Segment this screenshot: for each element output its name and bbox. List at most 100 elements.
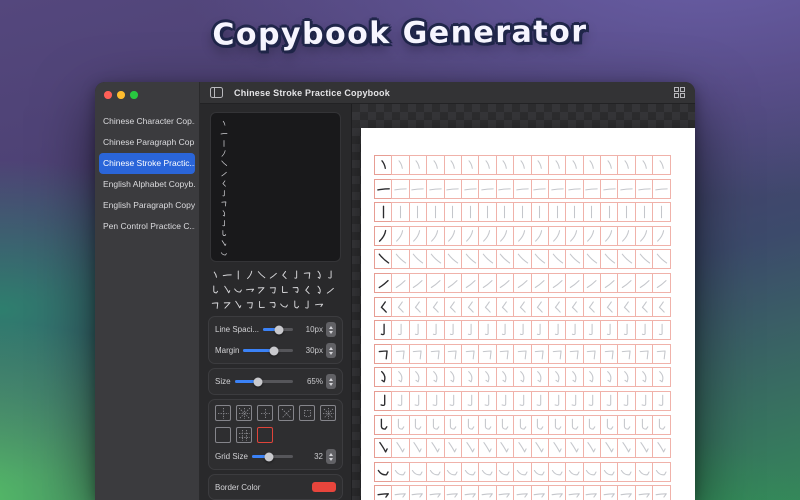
zoom-button[interactable]: [130, 91, 138, 99]
sidebar-item-0[interactable]: Chinese Character Cop...: [99, 111, 195, 132]
practice-cell: [600, 414, 619, 435]
size-control: Size 65%: [215, 371, 336, 392]
practice-cell: [565, 155, 584, 175]
practice-cell: [460, 438, 480, 459]
grid-size-stepper[interactable]: [326, 449, 336, 464]
practice-cell: [652, 485, 671, 500]
grid-style-blank-grid[interactable]: [257, 427, 273, 443]
stroke-glyph-shu: [556, 205, 558, 219]
stroke-glyph-heng: [655, 187, 668, 191]
example-cell: [374, 178, 393, 199]
stroke-glyph-dian: [659, 160, 664, 169]
stroke-glyph-piedian: [606, 300, 613, 313]
practice-cell: [634, 225, 654, 246]
size-stepper[interactable]: [326, 374, 336, 389]
practice-cell: [426, 461, 445, 482]
practice-row-shu: [374, 202, 671, 223]
practice-cell: [547, 249, 567, 270]
example-cell: [374, 155, 393, 175]
stroke-glyph-wangou: [415, 371, 420, 383]
practice-cell: [478, 249, 497, 270]
stroke-glyph-heng: [429, 187, 442, 191]
grid-style-rice-grid[interactable]: [320, 405, 336, 421]
sidebar-item-1[interactable]: Chinese Paragraph Cop...: [99, 132, 195, 153]
grid-style-tian-grid[interactable]: [215, 405, 231, 421]
practice-cell: [513, 249, 532, 270]
practice-cell: [460, 485, 480, 500]
stroke-glyph-wangou: [380, 371, 386, 383]
stroke-glyph-ti: [378, 279, 389, 289]
minimize-button[interactable]: [117, 91, 125, 99]
margin-stepper[interactable]: [326, 343, 336, 358]
stroke-glyph-henggou: [551, 493, 563, 498]
grid-style-x-grid[interactable]: [278, 405, 294, 421]
stroke-glyph-ti: [430, 280, 441, 288]
sidebar-item-4[interactable]: English Paragraph Copy...: [99, 195, 195, 216]
practice-cell: [617, 202, 636, 223]
sidebar-item-2[interactable]: Chinese Stroke Practic...: [99, 152, 195, 174]
sidebar-item-3[interactable]: English Alphabet Copyb...: [99, 174, 195, 195]
line-spacing-slider[interactable]: [263, 325, 293, 334]
practice-cell: [547, 414, 567, 435]
practice-row-henggou: [374, 485, 671, 500]
stroke-glyph-pie: [483, 229, 491, 242]
size-label: Size: [215, 377, 231, 386]
grid-style-frame-grid[interactable]: [299, 405, 315, 421]
practice-cell: [530, 414, 549, 435]
stroke-glyph-shu: [626, 205, 628, 219]
practice-cell: [478, 178, 497, 199]
grid-size-slider[interactable]: [251, 452, 293, 461]
stroke-glyph-wangou: [398, 371, 403, 383]
grid-style-fine-grid[interactable]: [236, 427, 252, 443]
practice-cell: [495, 202, 515, 223]
practice-row-jgou: [374, 390, 671, 411]
practice-cell: [530, 249, 549, 270]
stroke-glyph-henggou: [638, 493, 650, 498]
stroke-glyph-xiegou: [639, 442, 649, 453]
practice-cell: [443, 461, 462, 482]
stroke-glyph-xiegou: [657, 442, 666, 453]
stroke-glyph-na: [448, 254, 459, 264]
sidebar-item-5[interactable]: Pen Control Practice C...: [99, 216, 195, 237]
preview-row-1: [210, 282, 341, 297]
stroke-glyph-na: [639, 254, 650, 264]
line-spacing-stepper[interactable]: [326, 322, 336, 337]
border-color-swatch[interactable]: [312, 482, 336, 492]
cross-grid-icon: [260, 408, 270, 418]
stroke-glyph-ti: [221, 171, 227, 177]
stroke-glyph-dian: [589, 160, 595, 169]
practice-cell: [565, 485, 584, 500]
stroke-glyph-dian: [572, 160, 577, 169]
margin-control: Margin 30px: [215, 340, 336, 361]
stroke-glyph-dian: [607, 160, 612, 169]
size-slider[interactable]: [234, 377, 293, 386]
grid-view-icon[interactable]: [671, 86, 687, 100]
practice-cell: [443, 414, 462, 435]
stroke-glyph-na: [257, 270, 266, 278]
practice-cell: [617, 367, 636, 388]
stroke-glyph-xiegou: [552, 442, 562, 453]
stroke-glyph-piedian: [397, 300, 404, 313]
stroke-glyph-ti: [413, 280, 423, 288]
stroke-glyph-dian: [222, 120, 226, 126]
stroke-glyph-shugou: [293, 270, 297, 279]
practice-cell: [408, 178, 428, 199]
stroke-glyph-na: [552, 254, 563, 264]
practice-cell: [634, 296, 654, 317]
practice-cell: [408, 343, 428, 364]
close-button[interactable]: [104, 91, 112, 99]
sidebar-toggle-icon[interactable]: [208, 86, 224, 100]
stroke-glyph-shuwangou: [432, 418, 440, 430]
grid-style-cross-grid[interactable]: [257, 405, 273, 421]
stroke-text-input[interactable]: [210, 112, 341, 262]
grid-style-dot-grid[interactable]: [215, 427, 231, 443]
practice-cell: [443, 272, 462, 293]
practice-cell: [565, 320, 584, 341]
stroke-glyph-wogou: [551, 469, 563, 476]
grid-style-mi-grid[interactable]: [236, 405, 252, 421]
line-spacing-control: Line Spaci... 10px: [215, 319, 336, 340]
stroke-glyph-wangou: [433, 371, 438, 383]
example-cell: [374, 390, 393, 411]
margin-slider[interactable]: [243, 346, 293, 355]
practice-cell: [391, 461, 410, 482]
